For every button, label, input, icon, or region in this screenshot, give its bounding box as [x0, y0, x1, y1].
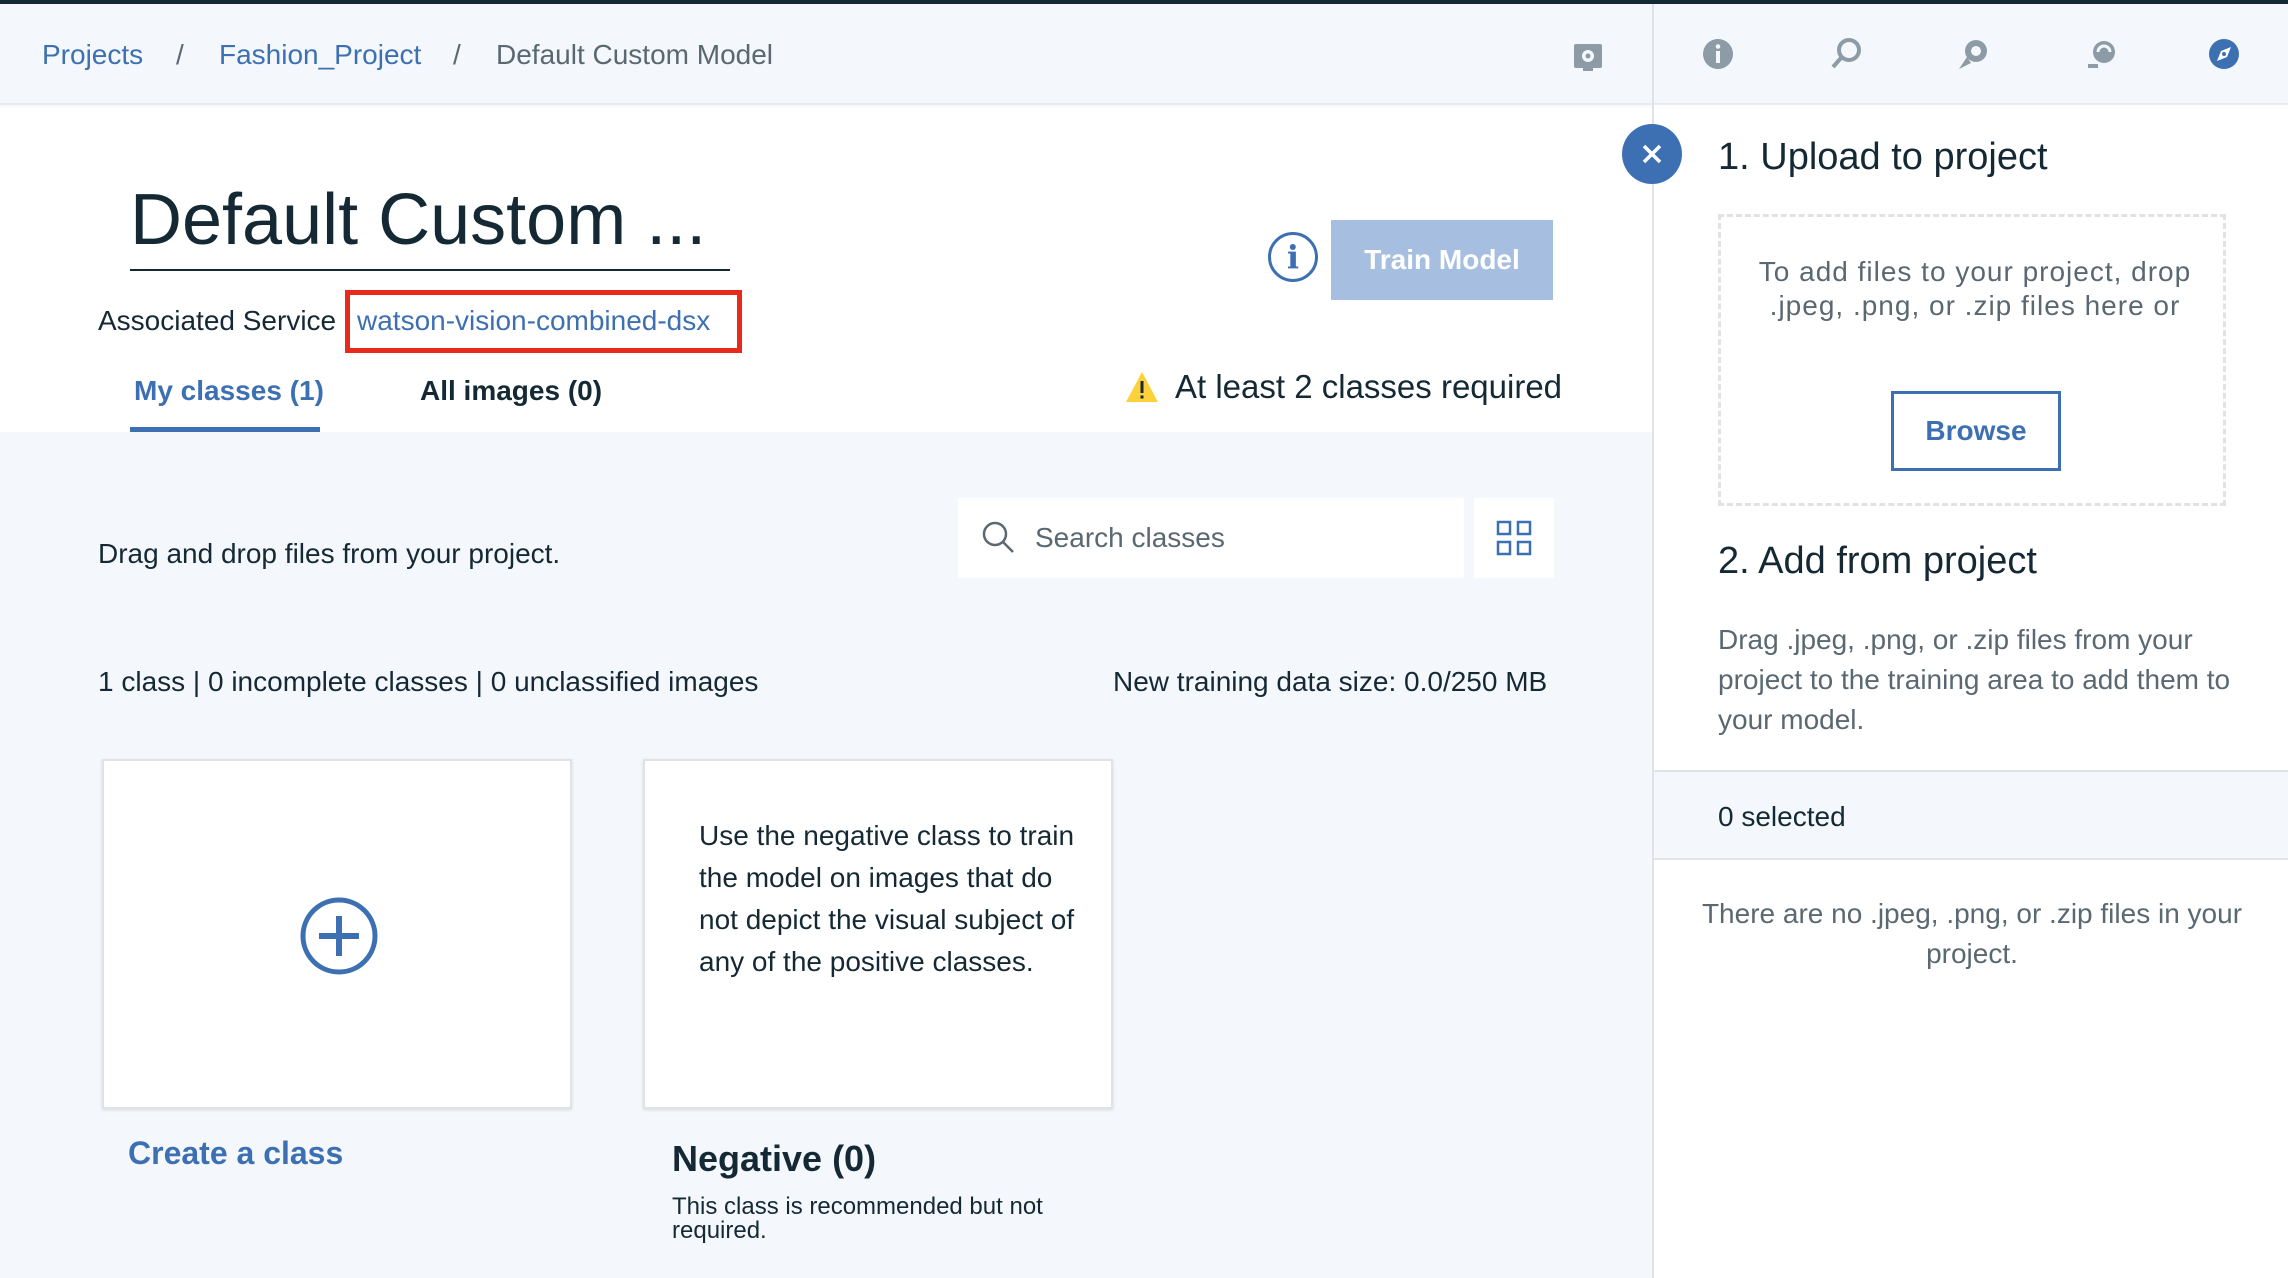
create-class-card[interactable] — [102, 759, 572, 1109]
tool-find-data[interactable] — [1782, 4, 1910, 105]
search-input[interactable] — [1035, 520, 1455, 556]
drag-hint: Drag and drop files from your project. — [98, 538, 561, 569]
warning-icon — [1126, 372, 1158, 402]
tool-other[interactable] — [2038, 4, 2166, 105]
grid-view-button[interactable] — [1474, 498, 1554, 578]
info-icon[interactable]: i — [1268, 232, 1318, 282]
selected-count: 0 selected — [1718, 801, 1846, 832]
training-data-size: New training data size: 0.0/250 MB — [1113, 666, 1548, 697]
negative-class-description: Use the negative class to train the mode… — [699, 820, 1075, 977]
tool-info[interactable] — [1654, 4, 1782, 105]
add-from-project-description: Drag .jpeg, .png, or .zip files from you… — [1718, 624, 2231, 735]
active-tab-indicator — [130, 427, 320, 432]
warning-text: At least 2 classes required — [1175, 368, 1563, 405]
browse-button[interactable]: Browse — [1891, 391, 2061, 471]
settings-icon[interactable] — [1572, 40, 1604, 72]
cloud-icon — [2088, 41, 2115, 68]
dropzone-text: To add files to your project, drop .jpeg… — [1758, 256, 2192, 321]
negative-class-note: This class is recommended but not requir… — [672, 1193, 1043, 1244]
tab-my-classes[interactable]: My classes (1) — [134, 374, 324, 408]
upload-heading: 1. Upload to project — [1718, 136, 2048, 178]
breadcrumb-current: Default Custom Model — [496, 39, 774, 70]
breadcrumb-project-name[interactable]: Fashion_Project — [219, 38, 421, 72]
close-panel-button[interactable] — [1622, 124, 1682, 184]
title-underline — [130, 269, 730, 271]
add-circle-icon — [300, 897, 378, 975]
model-header: Default Custom ... Associated Service wa… — [0, 107, 1652, 432]
create-class-link[interactable]: Create a class — [128, 1134, 343, 1172]
close-icon — [1642, 144, 1662, 164]
tab-all-images[interactable]: All images (0) — [420, 374, 602, 408]
class-stats: 1 class | 0 incomplete classes | 0 uncla… — [98, 666, 759, 697]
add-from-project-heading: 2. Add from project — [1718, 540, 2037, 582]
negative-class-card[interactable]: Use the negative class to train the mode… — [643, 759, 1113, 1109]
associated-service-link[interactable]: watson-vision-combined-dsx — [357, 304, 710, 338]
selection-bar: 0 selected — [1654, 770, 2288, 860]
compass-icon — [2209, 39, 2239, 69]
negative-class-title: Negative (0) — [672, 1138, 877, 1179]
empty-state-text: There are no .jpeg, .png, or .zip files … — [1701, 898, 2243, 969]
breadcrumb-separator: / — [176, 39, 184, 70]
compass-tool[interactable] — [2160, 4, 2288, 105]
main-area: Projects / Fashion_Project / Default Cus… — [0, 4, 1652, 1278]
side-panel: 1. Upload to project To add files to you… — [1652, 4, 2288, 1278]
associated-service-label: Associated Service — [98, 305, 337, 336]
find-data-icon — [1831, 38, 1861, 69]
tool-environments[interactable] — [1910, 4, 2038, 105]
file-dropzone[interactable]: To add files to your project, drop .jpeg… — [1718, 214, 2226, 506]
page-title: Default Custom ... — [130, 180, 707, 260]
environments-icon — [1959, 40, 1987, 69]
info-icon — [1703, 39, 1733, 69]
train-model-button[interactable]: Train Model — [1331, 220, 1553, 300]
grid-icon — [1496, 520, 1532, 556]
breadcrumb-projects[interactable]: Projects — [42, 38, 143, 72]
breadcrumb-separator: / — [453, 39, 461, 70]
search-icon — [982, 521, 1014, 553]
breadcrumb: Projects / Fashion_Project / Default Cus… — [0, 4, 1652, 105]
